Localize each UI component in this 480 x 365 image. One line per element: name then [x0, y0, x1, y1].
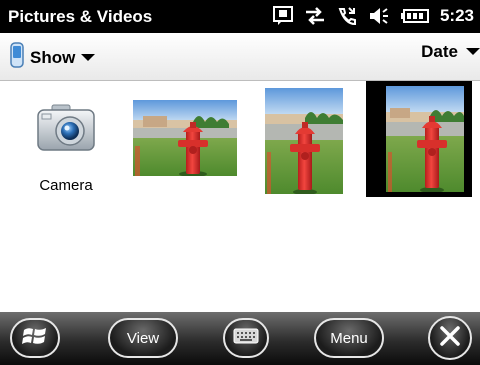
windows-start-icon	[22, 324, 48, 352]
device-icon	[10, 42, 24, 73]
camera-item[interactable]: Camera	[30, 103, 102, 194]
menu-button-label: Menu	[330, 329, 368, 347]
chevron-down-icon	[81, 49, 96, 67]
app-title: Pictures & Videos	[8, 7, 153, 26]
sort-label: Date	[421, 42, 458, 61]
keyboard-button[interactable]	[223, 318, 269, 358]
photo-thumbnail[interactable]	[130, 97, 240, 179]
notification-icon[interactable]	[272, 6, 294, 26]
toolbar: Show Date	[0, 33, 480, 81]
menu-button[interactable]: Menu	[314, 318, 384, 358]
clock[interactable]: 5:23	[440, 6, 474, 26]
keyboard-icon	[233, 328, 259, 348]
camera-icon	[30, 104, 102, 163]
camera-label: Camera	[39, 177, 93, 194]
soft-key-bar: View Menu	[0, 312, 480, 365]
show-dropdown[interactable]: Show	[10, 42, 96, 73]
show-label: Show	[30, 47, 76, 67]
chevron-down-icon	[466, 43, 480, 61]
thumbnail-grid: Camera	[0, 81, 480, 312]
view-button[interactable]: View	[108, 318, 178, 358]
close-button[interactable]	[428, 316, 472, 360]
close-icon	[439, 325, 461, 351]
data-sync-icon[interactable]	[304, 6, 326, 26]
status-icons[interactable]: 5:23	[272, 6, 474, 26]
sort-dropdown[interactable]: Date	[421, 42, 480, 62]
status-bar: Pictures & Videos 5:23	[0, 0, 480, 33]
battery-icon[interactable]	[400, 6, 430, 26]
start-button[interactable]	[10, 318, 60, 358]
view-button-label: View	[126, 329, 160, 347]
photo-thumbnail-selected[interactable]	[366, 81, 472, 197]
photo-thumbnail[interactable]	[262, 85, 346, 197]
missed-call-icon[interactable]	[336, 6, 358, 26]
volume-icon[interactable]	[368, 6, 390, 26]
